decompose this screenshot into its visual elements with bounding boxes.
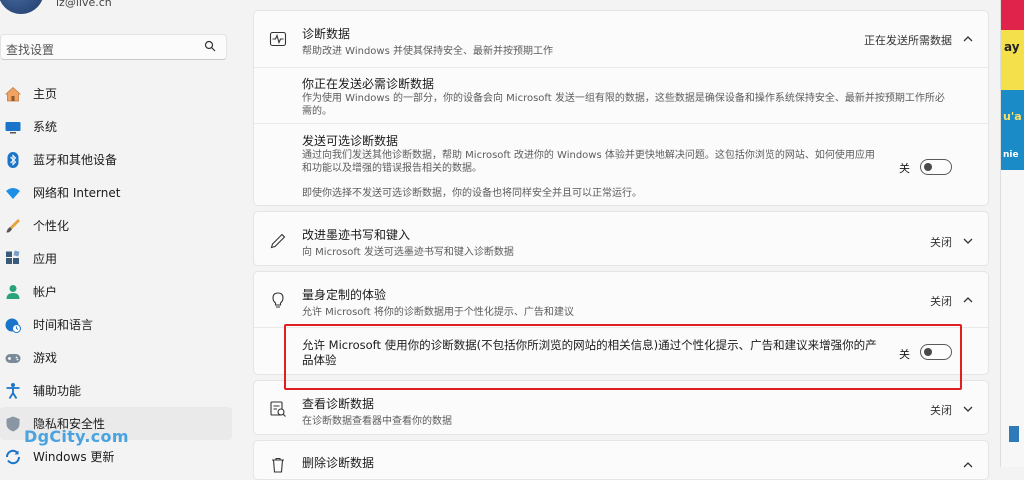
sidebar: iz@live.cn 查找设置 主页 系统 蓝牙和其他设备 网络和 Intern… [0,0,240,467]
pulse-icon [268,29,288,49]
sidebar-item-home[interactable]: 主页 [0,77,232,110]
chevron-up-icon[interactable] [962,33,974,45]
accessibility-icon [4,382,22,400]
watermark-text: DgCity.com [24,427,129,446]
search-placeholder: 查找设置 [6,43,55,57]
edge-block [1001,30,1024,90]
diag-header[interactable]: 诊断数据 帮助改进 Windows 并使其保持安全、最新并按预期工作 正在发送所… [254,11,988,66]
update-icon [4,448,22,466]
ink-status: 关闭 [930,236,952,249]
sidebar-item-label: 帐户 [33,285,58,299]
sidebar-item-label: Windows 更新 [33,450,115,464]
card-inking-typing[interactable]: 改进墨迹书写和键入 向 Microsoft 发送可选墨迹书写和键入诊断数据 关闭 [253,211,989,266]
sidebar-item-accounts[interactable]: 帐户 [0,275,232,308]
viewer-title: 查看诊断数据 [302,397,375,411]
diag-title: 诊断数据 [302,27,351,41]
brush-icon [4,217,22,235]
shield-icon [4,415,22,433]
pen-icon [268,231,288,251]
sidebar-item-apps[interactable]: 应用 [0,242,232,275]
optional-row: 发送可选诊断数据 通过向我们发送其他诊断数据，帮助 Microsoft 改进你的… [254,124,988,205]
sidebar-item-label: 时间和语言 [33,318,94,332]
tailored-title: 量身定制的体验 [302,288,387,302]
person-icon [4,283,22,301]
sidebar-item-network[interactable]: 网络和 Internet [0,176,232,209]
ink-title: 改进墨迹书写和键入 [302,228,411,242]
nav-list: 主页 系统 蓝牙和其他设备 网络和 Internet 个性化 应用 帐户 时间和… [0,77,232,473]
monitor-icon [4,118,22,136]
account-email: iz@live.cn [56,0,112,9]
main-content: 诊断数据 帮助改进 Windows 并使其保持安全、最新并按预期工作 正在发送所… [253,0,989,480]
sidebar-item-system[interactable]: 系统 [0,110,232,143]
chevron-up-icon[interactable] [962,294,974,306]
sidebar-item-time-language[interactable]: 时间和语言 [0,308,232,341]
diag-status: 正在发送所需数据 [864,34,952,47]
required-title: 你正在发送必需诊断数据 [302,77,435,91]
tailored-header[interactable]: 量身定制的体验 允许 Microsoft 将你的诊断数据用于个性化提示、广告和建… [254,272,988,326]
chevron-up-icon[interactable] [962,459,974,471]
avatar[interactable] [0,0,44,14]
sidebar-item-label: 游戏 [33,351,58,365]
diag-subtitle: 帮助改进 Windows 并使其保持安全、最新并按预期工作 [302,46,553,57]
sidebar-item-personalization[interactable]: 个性化 [0,209,232,242]
search-icon[interactable] [204,40,216,52]
optional-toggle-label: 关 [899,162,910,175]
gamepad-icon [4,349,22,367]
card-diagnostic-data: 诊断数据 帮助改进 Windows 并使其保持安全、最新并按预期工作 正在发送所… [253,10,989,206]
wifi-icon [4,184,22,202]
home-icon [4,85,22,103]
chevron-down-icon[interactable] [962,403,974,415]
optional-title: 发送可选诊断数据 [302,134,399,148]
toggle-knob [924,163,932,171]
optional-diagnostics-toggle[interactable] [920,159,952,175]
sidebar-item-label: 主页 [33,87,58,101]
sidebar-item-label: 应用 [33,252,58,266]
chevron-down-icon[interactable] [962,235,974,247]
tailored-subtitle: 允许 Microsoft 将你的诊断数据用于个性化提示、广告和建议 [302,307,574,318]
globe-clock-icon [4,316,22,334]
edge-text: nie [1003,150,1019,160]
viewer-subtitle: 在诊断数据查看器中查看你的数据 [302,416,452,427]
trash-icon [268,455,288,475]
required-row: 你正在发送必需诊断数据 作为使用 Windows 的一部分，你的设备会向 Mic… [254,68,988,122]
apps-icon [4,249,22,268]
card-delete-diagnostic-data[interactable]: 删除诊断数据 [253,440,989,480]
sidebar-item-label: 系统 [33,120,58,134]
edge-text: u'a [1003,110,1022,123]
edge-text: ay [1004,40,1020,54]
required-desc: 作为使用 Windows 的一部分，你的设备会向 Microsoft 发送一组有… [302,93,945,117]
sidebar-item-bluetooth[interactable]: 蓝牙和其他设备 [0,143,232,176]
lightbulb-icon [268,290,288,310]
sidebar-item-accessibility[interactable]: 辅助功能 [0,374,232,407]
sidebar-item-label: 网络和 Internet [33,186,121,200]
sidebar-item-label: 蓝牙和其他设备 [33,153,118,167]
optional-desc: 通过向我们发送其他诊断数据，帮助 Microsoft 改进你的 Windows … [302,150,875,174]
sidebar-item-gaming[interactable]: 游戏 [0,341,232,374]
tailored-status: 关闭 [930,295,952,308]
ink-subtitle: 向 Microsoft 发送可选墨迹书写和键入诊断数据 [302,247,514,258]
delete-title: 删除诊断数据 [302,456,375,470]
sidebar-item-label: 辅助功能 [33,384,82,398]
highlight-box [284,324,962,390]
optional-note: 即使你选择不发送可选诊断数据，你的设备也将同样安全并且可以正常运行。 [302,188,642,199]
bluetooth-icon [4,151,22,169]
edge-block [1009,426,1019,442]
document-search-icon [268,399,288,419]
background-window-strip: ay u'a nie [1000,0,1024,467]
search-input[interactable]: 查找设置 [0,34,227,60]
viewer-status: 关闭 [930,404,952,417]
sidebar-item-label: 个性化 [33,219,70,233]
edge-block [1001,170,1024,467]
